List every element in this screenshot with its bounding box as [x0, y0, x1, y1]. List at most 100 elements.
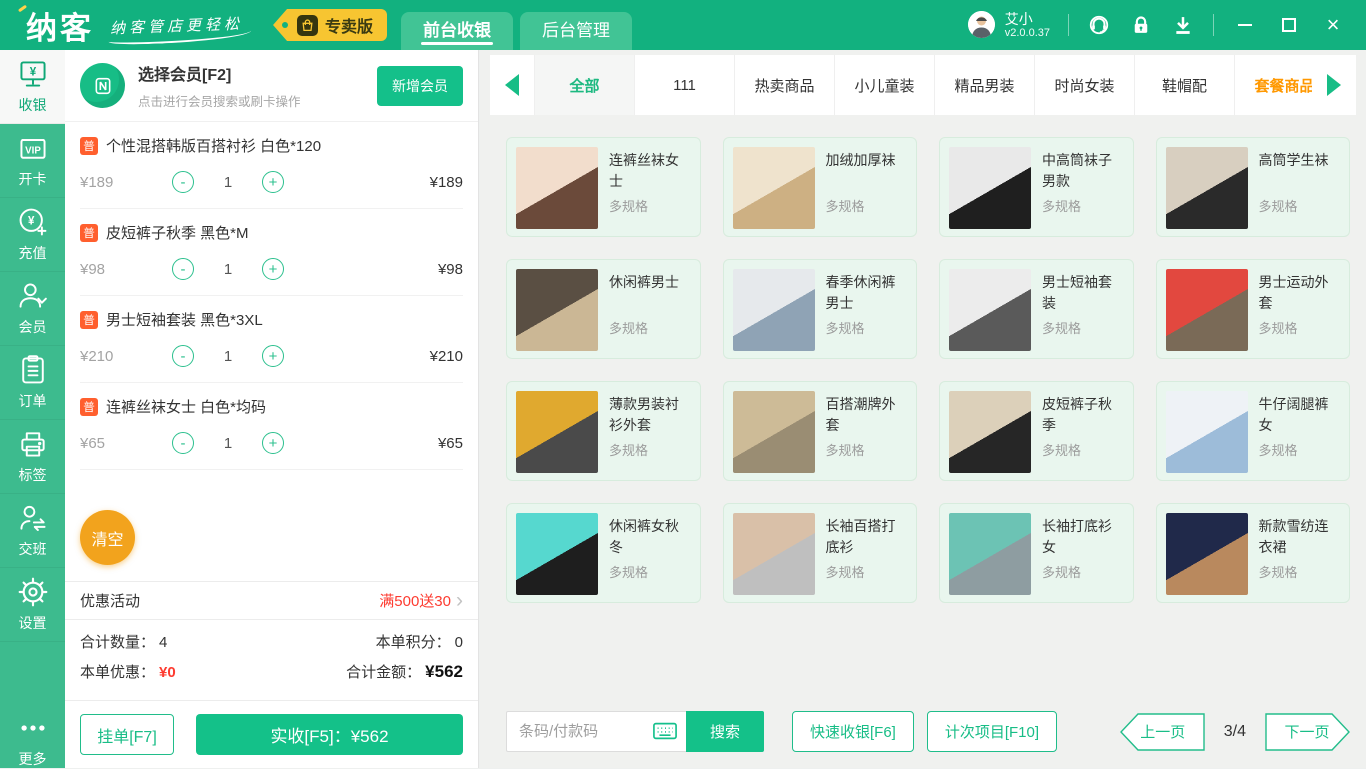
count-item-button[interactable]: 计次项目[F10]	[927, 711, 1057, 752]
top-tab[interactable]: 后台管理	[520, 12, 632, 50]
tag-hole-dot	[282, 22, 288, 28]
category-tab[interactable]: 鞋帽配	[1134, 55, 1234, 115]
product-card[interactable]: 男士短袖套装 多规格	[939, 259, 1134, 359]
sidebar-item[interactable]: VIP 开卡	[0, 124, 65, 198]
product-image	[516, 391, 598, 473]
product-card[interactable]: 长袖打底衫女 多规格	[939, 503, 1134, 603]
download-icon[interactable]	[1171, 13, 1195, 37]
user-info[interactable]: 艾小 v2.0.0.37	[1005, 11, 1050, 40]
clear-cart-button[interactable]: 清空	[80, 510, 135, 565]
product-card[interactable]: 长袖百搭打底衫 多规格	[723, 503, 918, 603]
sidebar-item-label: 充值	[19, 243, 47, 263]
product-card[interactable]: 百搭潮牌外套 多规格	[723, 381, 918, 481]
product-name: 加绒加厚袜	[826, 150, 908, 171]
sidebar-item[interactable]: 设置	[0, 568, 65, 642]
close-button[interactable]: ×	[1320, 12, 1346, 38]
qty-increase-button[interactable]: +	[262, 258, 284, 280]
product-card[interactable]: 休闲裤男士 多规格	[506, 259, 701, 359]
cart-item-name: 连裤丝袜女士 白色*均码	[106, 396, 266, 417]
qty-increase-button[interactable]: +	[262, 171, 284, 193]
category-tab[interactable]: 全部	[534, 55, 634, 115]
quick-cashier-button[interactable]: 快速收银[F6]	[792, 711, 914, 752]
category-tab[interactable]: 111	[634, 55, 734, 115]
more-icon	[17, 712, 49, 744]
bottom-bar: 搜索 快速收银[F6] 计次项目[F10] 上一页 3/4 下一页	[506, 711, 1350, 752]
total-qty-value: 4	[159, 634, 167, 651]
svg-text:¥: ¥	[29, 66, 36, 78]
sidebar-item[interactable]: 标签	[0, 420, 65, 494]
keyboard-icon[interactable]	[653, 721, 677, 746]
sidebar-item-more[interactable]: 更多	[0, 712, 65, 768]
checkout-button[interactable]: 实收[F5]：¥562	[196, 714, 463, 755]
sidebar-item-label: 会员	[19, 317, 47, 337]
qty-decrease-button[interactable]: -	[172, 345, 194, 367]
product-image	[733, 147, 815, 229]
product-name: 中高筒袜子男款	[1042, 150, 1124, 192]
top-tab[interactable]: 前台收银	[401, 12, 513, 50]
vip-card-icon: VIP	[17, 132, 49, 164]
product-card[interactable]: 皮短裤子秋季 多规格	[939, 381, 1134, 481]
product-name: 新款雪纺连衣裙	[1259, 516, 1341, 558]
product-name: 薄款男装衬衫外套	[609, 394, 691, 436]
divider	[1213, 14, 1214, 36]
next-page-button[interactable]: 下一页	[1264, 713, 1350, 751]
cart-item[interactable]: 普 个性混搭韩版百搭衬衫 白色*120 ¥189 - 1 + ¥189	[80, 122, 463, 209]
product-card[interactable]: 连裤丝袜女士 多规格	[506, 137, 701, 237]
category-tab[interactable]: 精品男装	[934, 55, 1034, 115]
product-spec: 多规格	[1259, 440, 1298, 459]
search-button[interactable]: 搜索	[686, 711, 764, 752]
product-name: 牛仔阔腿裤女	[1259, 394, 1341, 436]
qty-increase-button[interactable]: +	[262, 345, 284, 367]
product-card[interactable]: 牛仔阔腿裤女 多规格	[1156, 381, 1351, 481]
sidebar-item[interactable]: ¥ 充值	[0, 198, 65, 272]
cart-item[interactable]: 普 男士短袖套装 黑色*3XL ¥210 - 1 + ¥210	[80, 296, 463, 383]
product-card[interactable]: 薄款男装衬衫外套 多规格	[506, 381, 701, 481]
promo-row[interactable]: 优惠活动 满500送30 ›	[65, 581, 478, 620]
cart-item-total: ¥98	[438, 261, 463, 278]
member-select-header[interactable]: 选择会员[F2] 点击进行会员搜索或刷卡操作 新增会员	[65, 50, 478, 122]
category-tab[interactable]: 套餐商品	[1234, 55, 1312, 115]
qty-decrease-button[interactable]: -	[172, 258, 194, 280]
product-card[interactable]: 男士运动外套 多规格	[1156, 259, 1351, 359]
hold-order-button[interactable]: 挂单[F7]	[80, 714, 174, 755]
product-spec: 多规格	[826, 196, 865, 215]
lock-icon[interactable]	[1129, 13, 1153, 37]
product-image	[516, 147, 598, 229]
prev-page-button[interactable]: 上一页	[1120, 713, 1206, 751]
cart-item-total: ¥65	[438, 435, 463, 452]
product-card[interactable]: 新款雪纺连衣裙 多规格	[1156, 503, 1351, 603]
sidebar-item[interactable]: 会员	[0, 272, 65, 346]
product-card[interactable]: 加绒加厚袜 多规格	[723, 137, 918, 237]
sidebar-item-label: 收银	[19, 95, 47, 115]
avatar[interactable]	[968, 11, 995, 38]
sidebar-item[interactable]: 订单	[0, 346, 65, 420]
qty-increase-button[interactable]: +	[262, 432, 284, 454]
support-icon[interactable]	[1087, 13, 1111, 37]
category-scroll-right-button[interactable]	[1312, 55, 1356, 115]
sidebar-item[interactable]: 交班	[0, 494, 65, 568]
product-image	[949, 513, 1031, 595]
category-tab[interactable]: 热卖商品	[734, 55, 834, 115]
cart-item[interactable]: 普 皮短裤子秋季 黑色*M ¥98 - 1 + ¥98	[80, 209, 463, 296]
add-member-button[interactable]: 新增会员	[377, 66, 463, 106]
product-card[interactable]: 高筒学生袜 多规格	[1156, 137, 1351, 237]
cart-item[interactable]: 普 连裤丝袜女士 白色*均码 ¥65 - 1 + ¥65	[80, 383, 463, 470]
product-grid: 连裤丝袜女士 多规格 加绒加厚袜 多规格 中高筒袜子男款 多规格 高筒学生袜	[506, 137, 1350, 603]
category-tab[interactable]: 时尚女装	[1034, 55, 1134, 115]
category-tab[interactable]: 小儿童装	[834, 55, 934, 115]
category-scroll-left-button[interactable]	[490, 55, 534, 115]
normal-goods-badge: 普	[80, 137, 98, 155]
product-card[interactable]: 休闲裤女秋冬 多规格	[506, 503, 701, 603]
minimize-button[interactable]	[1232, 12, 1258, 38]
product-spec: 多规格	[1042, 562, 1081, 581]
qty-decrease-button[interactable]: -	[172, 171, 194, 193]
product-card[interactable]: 中高筒袜子男款 多规格	[939, 137, 1134, 237]
product-card[interactable]: 春季休闲裤男士 多规格	[723, 259, 918, 359]
product-spec: 多规格	[1259, 562, 1298, 581]
qty-decrease-button[interactable]: -	[172, 432, 194, 454]
maximize-button[interactable]	[1276, 12, 1302, 38]
cart-item-name: 个性混搭韩版百搭衬衫 白色*120	[106, 135, 321, 156]
normal-goods-badge: 普	[80, 311, 98, 329]
product-spec: 多规格	[1042, 196, 1081, 215]
sidebar-item[interactable]: ¥ 收银	[0, 50, 65, 124]
